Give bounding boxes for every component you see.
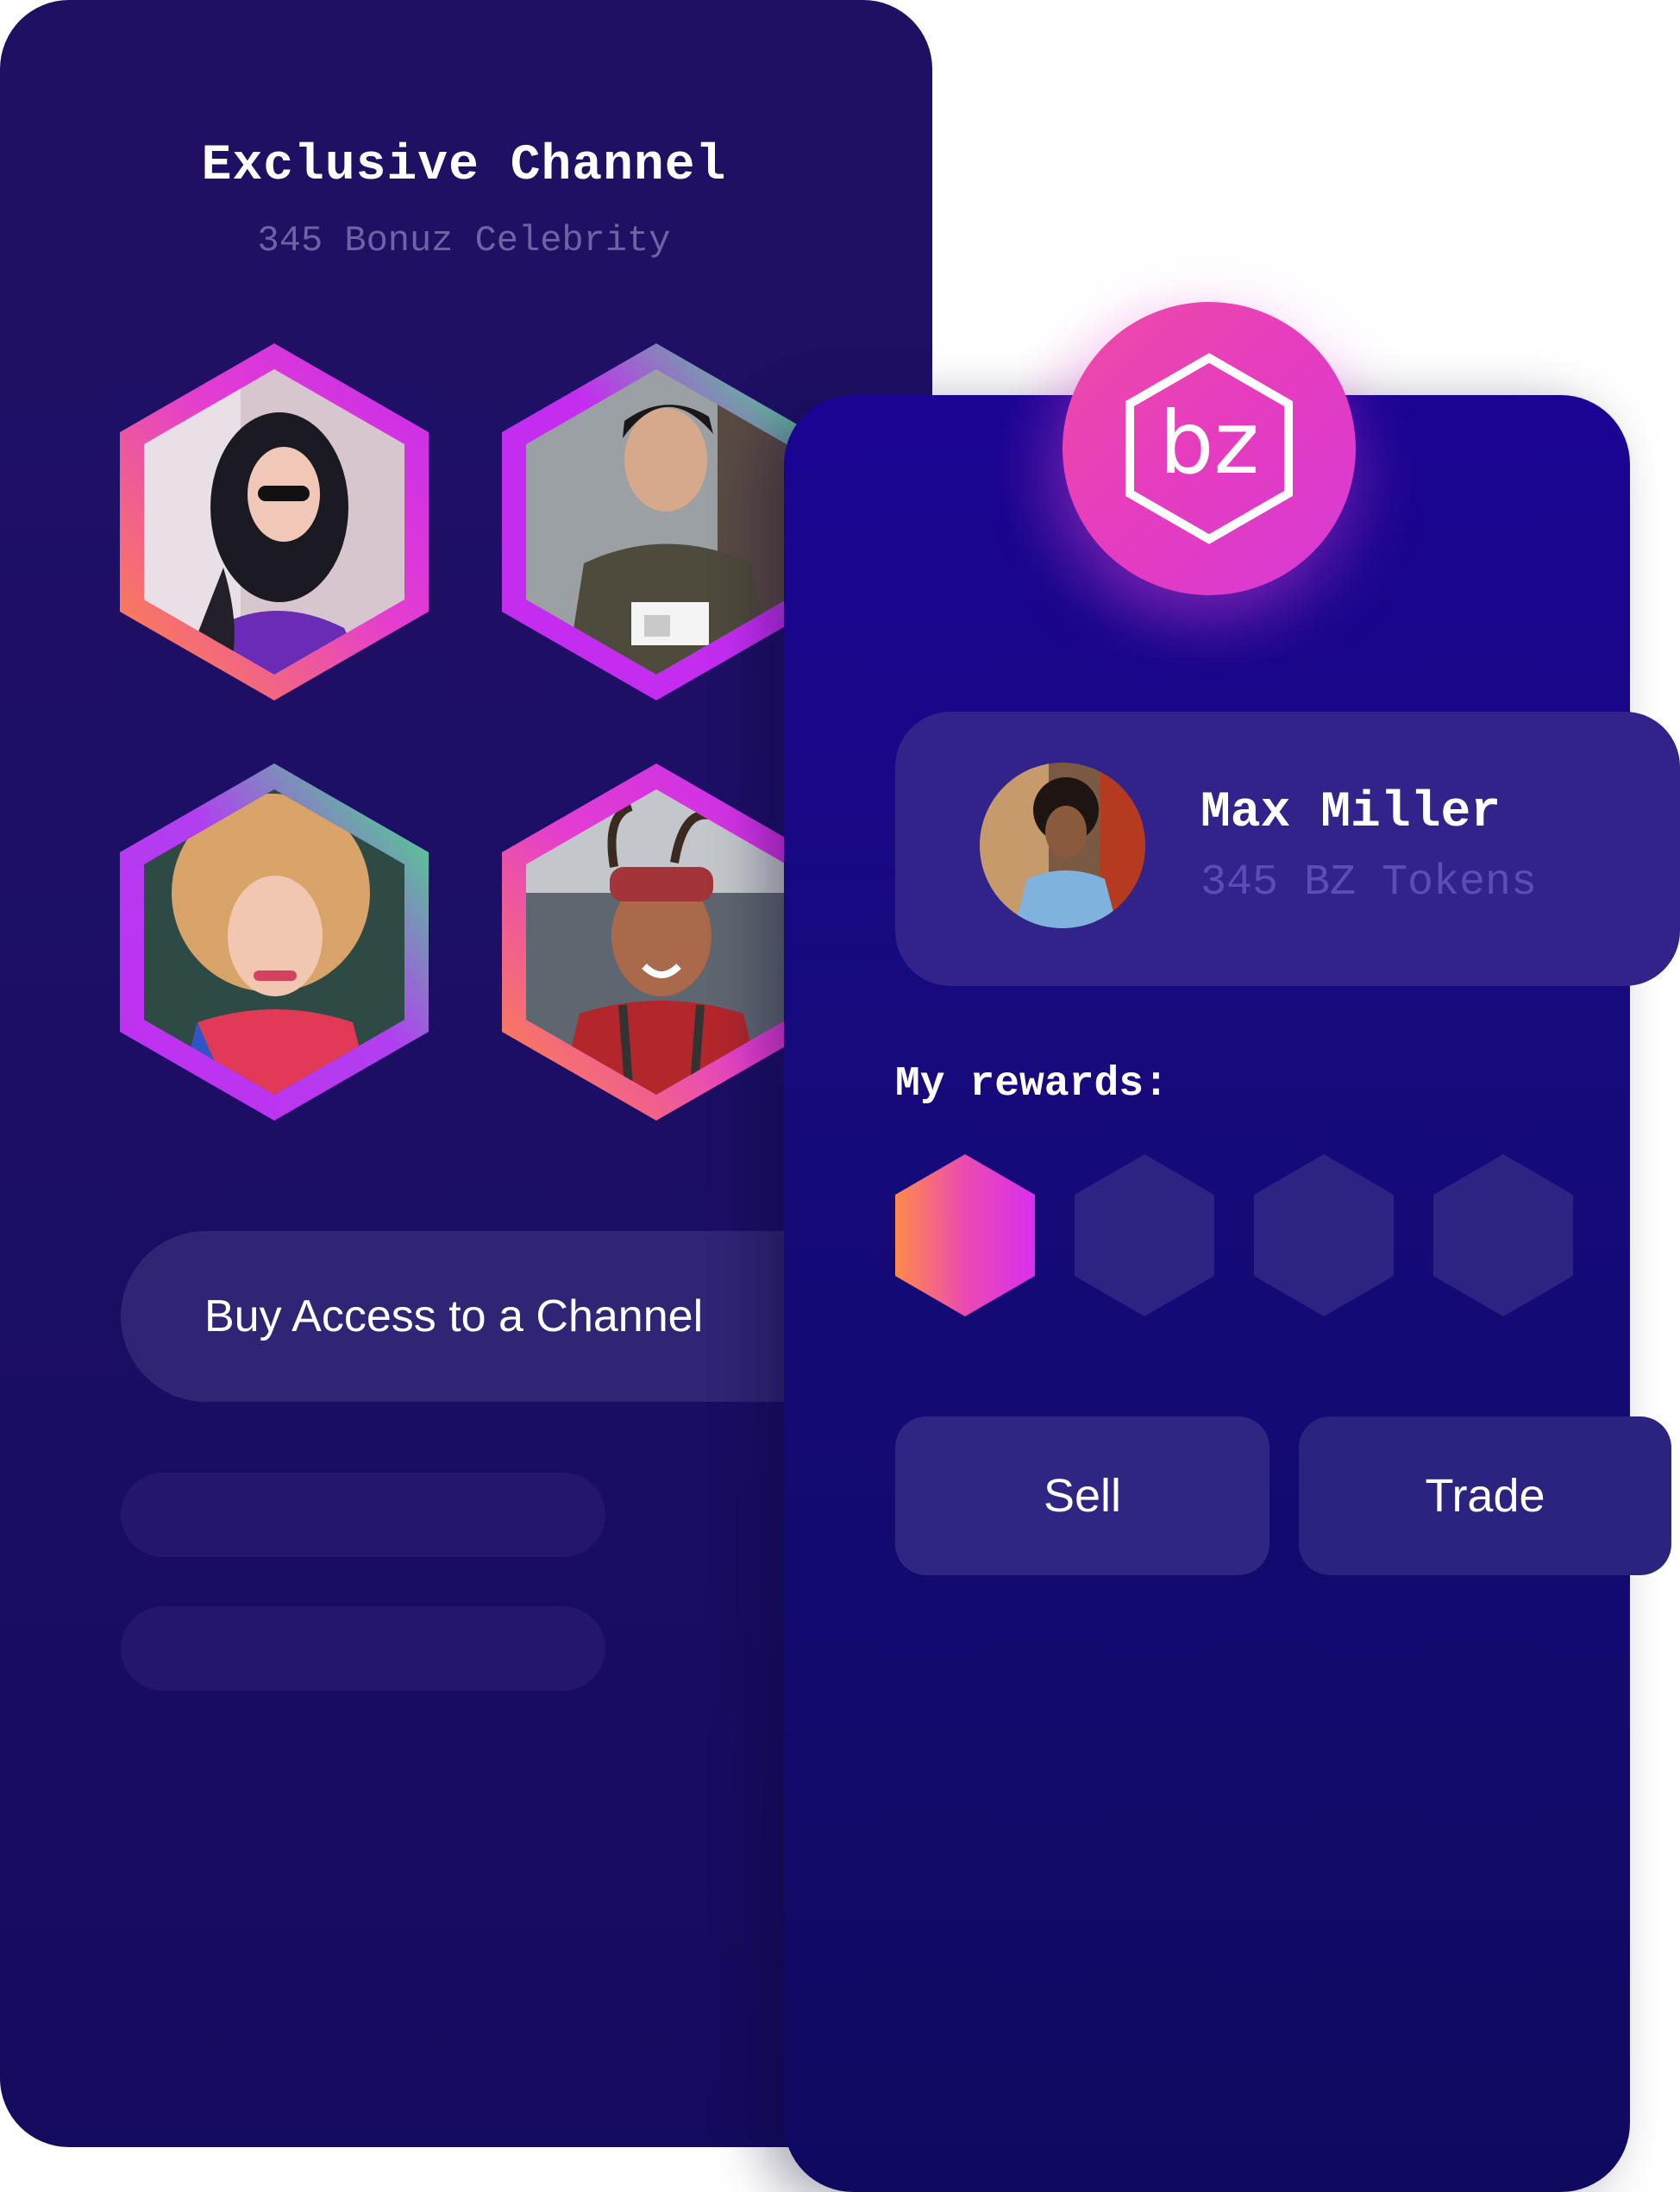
reward-slot-3[interactable] (1254, 1154, 1394, 1316)
reward-slot-1[interactable] (895, 1154, 1035, 1316)
celebrity-avatar-2[interactable] (502, 343, 811, 700)
profile-token-balance: 345 BZ Tokens (1200, 858, 1538, 908)
rewards-heading: My rewards: (895, 1061, 1169, 1108)
celebrity-avatar-3[interactable] (120, 763, 429, 1121)
celebrity-avatar-1[interactable] (120, 343, 429, 700)
trade-button[interactable]: Trade (1299, 1416, 1671, 1575)
celebrity-avatar-4[interactable] (502, 763, 811, 1121)
sell-button[interactable]: Sell (895, 1416, 1269, 1575)
channel-title: Exclusive Channel (201, 138, 727, 194)
placeholder-bar-2 (121, 1606, 605, 1691)
bz-logo-text: bz (1159, 393, 1259, 493)
placeholder-bar-1 (121, 1473, 605, 1557)
channel-subtitle: 345 Bonuz Celebrity (257, 220, 671, 261)
bz-logo-icon: bz (1063, 302, 1356, 595)
profile-name: Max Miller (1200, 785, 1501, 841)
user-avatar[interactable] (980, 763, 1145, 928)
reward-slot-2[interactable] (1075, 1154, 1214, 1316)
reward-slot-4[interactable] (1433, 1154, 1573, 1316)
